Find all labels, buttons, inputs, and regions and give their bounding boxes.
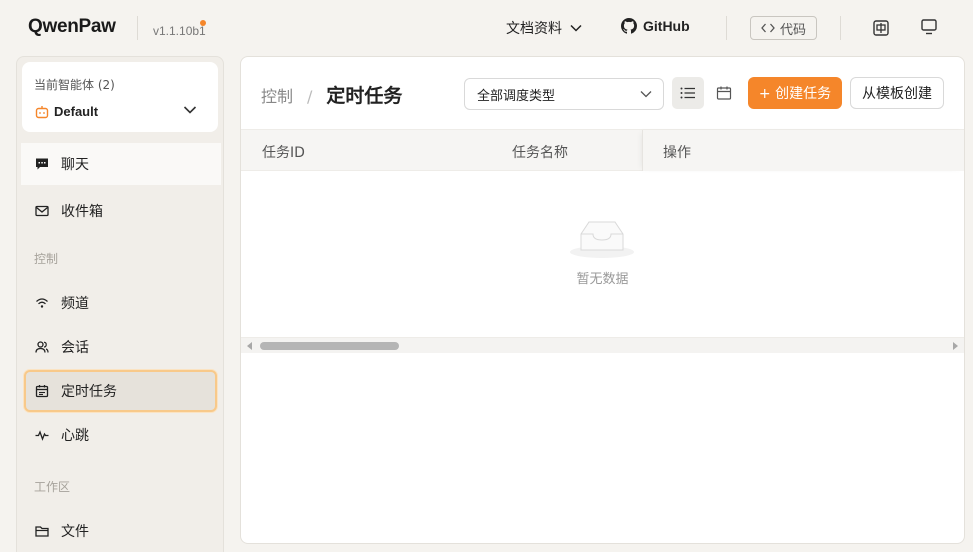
- translate-icon: [873, 20, 889, 36]
- section-label-workspace: 工作区: [34, 480, 71, 494]
- breadcrumb-parent[interactable]: 控制: [261, 83, 293, 107]
- sidebar-item-channels[interactable]: 频道: [21, 282, 221, 324]
- docs-menu[interactable]: 文档资料: [506, 18, 582, 38]
- schedule-type-select[interactable]: 全部调度类型: [464, 78, 664, 110]
- language-button[interactable]: [872, 19, 890, 37]
- update-dot: [200, 20, 206, 26]
- create-from-template-button[interactable]: 从模板创建: [850, 77, 944, 109]
- page-title: 定时任务: [326, 85, 403, 107]
- sidebar-item-cron-jobs[interactable]: 定时任务: [24, 370, 217, 412]
- mail-icon: [35, 205, 49, 217]
- github-label: GitHub: [643, 18, 690, 34]
- bot-icon: [35, 106, 49, 119]
- sidebar-item-heartbeat[interactable]: 心跳: [21, 414, 221, 456]
- fixed-column-shade: [643, 130, 964, 171]
- calendar-icon: [35, 385, 49, 398]
- code-button[interactable]: 代码: [750, 16, 817, 40]
- scrollbar-thumb[interactable]: [260, 342, 399, 350]
- agent-value: Default: [54, 104, 99, 119]
- header-divider: [726, 16, 727, 40]
- sidebar: 当前智能体 (2) Default 聊天 收件箱 控制 频道 会话 定时任务 心…: [16, 56, 224, 552]
- column-header-task-name[interactable]: 任务名称: [512, 142, 568, 162]
- sidebar-item-sessions[interactable]: 会话: [21, 326, 221, 368]
- create-task-button[interactable]: + 创建任务: [748, 77, 842, 109]
- agent-label: 当前智能体 (2): [34, 78, 115, 92]
- sidebar-item-label: 文件: [61, 524, 89, 540]
- sidebar-item-files[interactable]: 文件: [21, 510, 221, 552]
- github-link[interactable]: GitHub: [621, 18, 690, 34]
- sidebar-item-label: 频道: [61, 296, 89, 312]
- section-label-control: 控制: [34, 252, 59, 266]
- header-divider: [840, 16, 841, 40]
- pulse-icon: [35, 430, 49, 441]
- select-value: 全部调度类型: [477, 88, 556, 104]
- horizontal-scrollbar[interactable]: [241, 337, 964, 353]
- theme-button[interactable]: [920, 18, 938, 36]
- code-icon: [761, 23, 775, 33]
- empty-state-text: 暂无数据: [576, 272, 629, 287]
- top-header: QwenPaw v1.1.10b1 文档资料 GitHub 代码: [0, 0, 973, 56]
- column-header-actions[interactable]: 操作: [663, 142, 691, 162]
- list-view-button[interactable]: [672, 77, 704, 109]
- sidebar-item-chat[interactable]: 聊天: [21, 143, 221, 185]
- chevron-down-icon: [183, 106, 197, 114]
- scroll-right-arrow[interactable]: [953, 342, 958, 350]
- monitor-icon: [921, 19, 937, 35]
- table-header: 任务ID 任务名称 操作: [241, 129, 964, 171]
- wifi-icon: [36, 298, 48, 308]
- column-header-task-id[interactable]: 任务ID: [262, 142, 305, 162]
- sidebar-item-label: 定时任务: [61, 384, 117, 400]
- version-label: v1.1.10b1: [153, 24, 206, 38]
- calendar-icon: [716, 86, 732, 100]
- folder-icon: [35, 526, 49, 537]
- chevron-down-icon: [570, 24, 582, 32]
- main-panel: 控制 / 定时任务 全部调度类型 + 创建任务 从模板创建 任务ID 任务名称 …: [240, 56, 965, 544]
- users-icon: [35, 341, 49, 353]
- chat-icon: [36, 158, 48, 170]
- sidebar-item-label: 会话: [61, 340, 89, 356]
- breadcrumb: 控制 / 定时任务: [261, 81, 402, 108]
- calendar-view-button[interactable]: [708, 77, 740, 109]
- sidebar-item-inbox[interactable]: 收件箱: [21, 190, 221, 232]
- scroll-left-arrow[interactable]: [247, 342, 252, 350]
- agent-selector[interactable]: 当前智能体 (2) Default: [22, 62, 218, 132]
- chevron-down-icon: [640, 91, 652, 98]
- list-icon: [680, 87, 695, 99]
- code-label: 代码: [779, 22, 806, 38]
- sidebar-item-label: 心跳: [61, 428, 89, 444]
- empty-inbox-icon: [570, 221, 634, 258]
- sidebar-item-label: 聊天: [61, 157, 89, 173]
- sidebar-item-label: 收件箱: [61, 204, 103, 220]
- header-divider: [137, 16, 138, 40]
- docs-label: 文档资料: [506, 21, 562, 37]
- app-logo[interactable]: QwenPaw: [28, 16, 116, 38]
- column-divider: [642, 130, 643, 171]
- github-icon: [621, 18, 637, 34]
- empty-state: 暂无数据: [241, 171, 964, 337]
- breadcrumb-separator: /: [307, 87, 313, 106]
